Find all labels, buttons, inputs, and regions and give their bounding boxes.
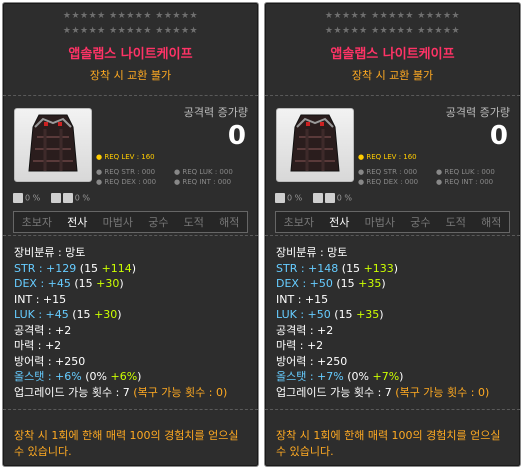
star-force-row-1: ★★★★★ ★★★★★ ★★★★★ xyxy=(62,11,199,21)
stat-defense: 방어력 : +250 xyxy=(14,354,86,368)
equip-category: 장비분류 : 망토 xyxy=(276,246,348,259)
stat-magic: 마력 : +2 xyxy=(276,339,324,352)
upgrade-count: 업그레이드 가능 횟수 : 7 (복구 가능 횟수 : 0) xyxy=(276,385,490,399)
req-level: ● REQ LEV : 160 xyxy=(96,153,155,161)
req-luk: ● REQ LUK : 000 xyxy=(436,168,495,176)
job-pirate: 해적 xyxy=(219,216,240,229)
item-tooltip-card-right: ★★★★★ ★★★★★ ★★★★★ ★★★★★ ★★★★★ ★★★★★ 앱솔랩스… xyxy=(264,2,521,467)
item-flag-icons: 0 % 0 % xyxy=(275,193,360,203)
stat-dex: DEX : +45 (15 +30) xyxy=(14,277,124,290)
flag-pct: 0 % xyxy=(287,193,303,203)
item-description: 장착 시 1회에 한해 매력 100의 경험치를 얻으실 수 있습니다. xyxy=(276,429,501,458)
stat-magic: 마력 : +2 xyxy=(14,339,62,352)
divider xyxy=(3,409,258,410)
item-name: 앱솔랩스 나이트케이프 xyxy=(68,47,193,62)
divider xyxy=(265,95,520,96)
req-int: ● REQ INT : 000 xyxy=(174,178,232,186)
stat-dex: DEX : +50 (15 +35) xyxy=(276,277,386,290)
trade-restriction: 장착 시 교환 불가 xyxy=(351,69,434,82)
upgrade-count: 업그레이드 가능 횟수 : 7 (복구 가능 횟수 : 0) xyxy=(14,385,228,399)
job-warrior: 전사 xyxy=(329,216,350,229)
stat-allstat: 올스탯 : +7% (0% +7%) xyxy=(276,370,404,383)
req-str: ● REQ STR : 000 xyxy=(96,168,156,176)
stat-str: STR : +129 (15 +114) xyxy=(14,261,137,275)
stat-int: INT : +15 xyxy=(276,292,329,306)
item-stats: 장비분류 : 망토 STR : +129 (15 +114) DEX : +45… xyxy=(14,245,254,400)
job-thief: 도적 xyxy=(445,216,466,229)
req-stats: ● REQ STR : 000 ● REQ LUK : 000 ● REQ DEX… xyxy=(358,167,518,187)
star-force-row-2: ★★★★★ ★★★★★ ★★★★★ xyxy=(62,26,199,36)
item-flag-icons: 0 % 0 % xyxy=(13,193,98,203)
attack-increase-value: 0 xyxy=(489,121,508,151)
cape-icon xyxy=(290,114,340,172)
req-int: ● REQ INT : 000 xyxy=(436,178,494,186)
pet-icon xyxy=(13,193,23,203)
item-stats: 장비분류 : 망토 STR : +148 (15 +133) DEX : +50… xyxy=(276,245,516,400)
equip-category: 장비분류 : 망토 xyxy=(14,246,86,259)
stat-luk: LUK : +45 (15 +30) xyxy=(14,308,122,321)
cape-icon xyxy=(28,114,78,172)
req-luk: ● REQ LUK : 000 xyxy=(174,168,233,176)
stat-defense: 방어력 : +250 xyxy=(276,354,348,368)
req-str: ● REQ STR : 000 xyxy=(358,168,418,176)
box-icon xyxy=(50,193,61,203)
item-description: 장착 시 1회에 한해 매력 100의 경험치를 얻으실 수 있습니다. xyxy=(14,429,239,458)
item-tooltip-card-left: ★★★★★ ★★★★★ ★★★★★ ★★★★★ ★★★★★ ★★★★★ 앱솔랩스… xyxy=(2,2,259,467)
req-dex: ● REQ DEX : 000 xyxy=(358,178,419,186)
item-name: 앱솔랩스 나이트케이프 xyxy=(330,47,455,62)
flag-pct: 0 % xyxy=(25,193,41,203)
stat-luk: LUK : +50 (15 +35) xyxy=(276,308,384,321)
divider xyxy=(3,95,258,96)
req-level: ● REQ LEV : 160 xyxy=(358,153,417,161)
stat-str: STR : +148 (15 +133) xyxy=(276,261,399,275)
req-stats: ● REQ STR : 000 ● REQ LUK : 000 ● REQ DEX… xyxy=(96,167,256,187)
box-icon xyxy=(312,193,323,203)
job-thief: 도적 xyxy=(183,216,204,229)
stat-attack: 공격력 : +2 xyxy=(14,323,72,337)
stat-int: INT : +15 xyxy=(14,292,67,306)
job-archer: 궁수 xyxy=(410,216,431,229)
job-beginner: 초보자 xyxy=(283,216,314,229)
shield-icon xyxy=(324,193,335,203)
job-beginner: 초보자 xyxy=(21,216,52,229)
star-force-row-1: ★★★★★ ★★★★★ ★★★★★ xyxy=(324,11,461,21)
trade-restriction: 장착 시 교환 불가 xyxy=(89,69,172,82)
item-image xyxy=(276,108,354,182)
job-magician: 마법사 xyxy=(102,216,133,229)
attack-increase-value: 0 xyxy=(227,121,246,151)
shield-icon xyxy=(62,193,73,203)
flag-pct: 0 % xyxy=(336,193,353,203)
req-dex: ● REQ DEX : 000 xyxy=(96,178,157,186)
stat-attack: 공격력 : +2 xyxy=(276,323,334,337)
flag-pct: 0 % xyxy=(74,193,91,203)
job-class-bar: 초보자 전사 마법사 궁수 도적 해적 xyxy=(13,211,248,233)
attack-increase-label: 공격력 증가량 xyxy=(183,106,248,119)
pet-icon xyxy=(275,193,285,203)
job-class-bar: 초보자 전사 마법사 궁수 도적 해적 xyxy=(275,211,510,233)
item-image xyxy=(14,108,92,182)
job-magician: 마법사 xyxy=(364,216,395,229)
job-archer: 궁수 xyxy=(148,216,169,229)
divider xyxy=(3,235,258,236)
stat-allstat: 올스탯 : +6% (0% +6%) xyxy=(14,370,142,383)
job-warrior: 전사 xyxy=(67,216,88,229)
divider xyxy=(265,409,520,410)
star-force-row-2: ★★★★★ ★★★★★ ★★★★★ xyxy=(324,26,461,36)
job-pirate: 해적 xyxy=(481,216,502,229)
divider xyxy=(265,235,520,236)
attack-increase-label: 공격력 증가량 xyxy=(445,106,510,119)
